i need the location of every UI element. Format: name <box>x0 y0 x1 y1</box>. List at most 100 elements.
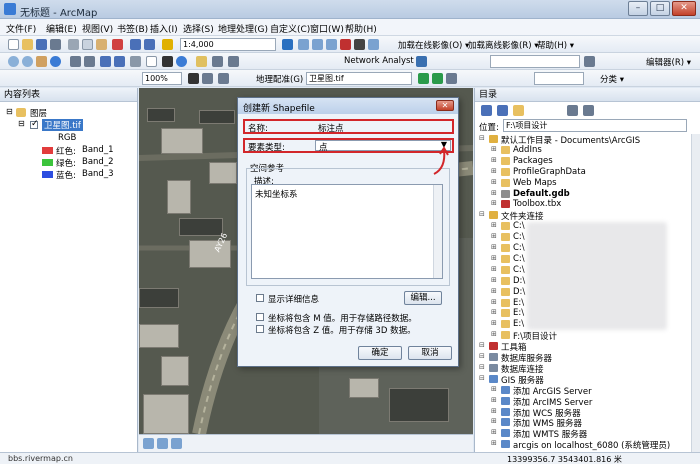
print-icon[interactable] <box>50 39 61 50</box>
catalog-home-icon[interactable] <box>497 105 508 116</box>
delete-icon[interactable] <box>112 39 123 50</box>
catalog-item[interactable]: ⊞ 添加 WCS 服务器 <box>475 407 689 419</box>
expand-icon[interactable]: ⊞ <box>491 199 497 207</box>
catalog-scrollbar[interactable] <box>691 134 700 452</box>
data-view-icon[interactable] <box>143 438 154 449</box>
catalog-item[interactable]: ⊟ 文件夹连接 <box>475 210 689 222</box>
zoom-in-icon[interactable] <box>8 56 19 67</box>
catalog-item[interactable]: ⊞ 添加 WMTS 服务器 <box>475 428 689 440</box>
catalog-item[interactable]: ⊞ Packages <box>475 156 689 166</box>
minimize-button[interactable]: – <box>628 1 648 16</box>
location-combo[interactable]: F:\项目设计 <box>503 119 687 132</box>
find-icon[interactable] <box>196 56 207 67</box>
select-elements-icon[interactable] <box>162 56 173 67</box>
clear-selection-icon[interactable] <box>146 56 157 67</box>
html-popup-icon[interactable] <box>228 56 239 67</box>
ok-button[interactable]: 确定 <box>358 346 402 360</box>
redo-icon[interactable] <box>144 39 155 50</box>
catalog-item[interactable]: ⊞ Web Maps <box>475 178 689 188</box>
copy-icon[interactable] <box>82 39 93 50</box>
back-icon[interactable] <box>100 56 111 67</box>
arctoolbox-icon[interactable] <box>340 39 351 50</box>
expand-icon[interactable]: ⊞ <box>491 265 497 273</box>
expand-icon[interactable]: ⊟ <box>479 210 485 218</box>
expand-icon[interactable]: ⊞ <box>491 298 497 306</box>
network-layer-combo[interactable] <box>490 55 580 68</box>
expand-icon[interactable]: ⊞ <box>491 439 497 447</box>
fixed-zoom-in-icon[interactable] <box>70 56 81 67</box>
search-window-icon[interactable] <box>326 39 337 50</box>
menu-insert[interactable]: 插入(I) <box>150 22 178 35</box>
catalog-item[interactable]: ⊞ 添加 ArcGIS Server <box>475 385 689 397</box>
add-control-points-icon[interactable] <box>418 73 429 84</box>
catalog-item[interactable]: ⊟ 数据库服务器 <box>475 352 689 364</box>
catalog-connect-folder-icon[interactable] <box>513 105 524 116</box>
menu-help[interactable]: 帮助(H) <box>345 22 377 35</box>
m-values-checkbox[interactable] <box>256 313 264 321</box>
catalog-item[interactable]: ⊞ AddIns <box>475 145 689 155</box>
dialog-close-button[interactable]: ✕ <box>436 100 454 111</box>
expand-icon[interactable]: ⊞ <box>491 287 497 295</box>
z-values-checkbox[interactable] <box>256 325 264 333</box>
model-builder-icon[interactable] <box>368 39 379 50</box>
collapse-icon[interactable]: ⊟ <box>6 107 13 116</box>
network-window-icon[interactable] <box>584 56 595 67</box>
expand-icon[interactable]: ⊞ <box>491 428 497 436</box>
new-icon[interactable] <box>8 39 19 50</box>
measure-icon[interactable] <box>212 56 223 67</box>
catalog-item[interactable]: ⊞ F:\项目设计 <box>475 330 689 342</box>
catalog-item[interactable]: ⊟ GIS 服务器 <box>475 374 689 386</box>
expand-icon[interactable]: ⊞ <box>491 232 497 240</box>
forward-icon[interactable] <box>114 56 125 67</box>
maximize-button[interactable]: □ <box>650 1 670 16</box>
menu-customize[interactable]: 自定义(C) <box>270 22 310 35</box>
catalog-options-icon[interactable] <box>583 105 594 116</box>
catalog-item[interactable]: ⊞ arcgis on localhost_6080 (系统管理员) <box>475 439 689 451</box>
cut-icon[interactable] <box>68 39 79 50</box>
expand-icon[interactable]: ⊞ <box>491 330 497 338</box>
classification-menu[interactable]: 分类 ▾ <box>600 73 624 85</box>
select-features-icon[interactable] <box>130 56 141 67</box>
identify-icon[interactable] <box>176 56 187 67</box>
full-extent-icon[interactable] <box>50 56 61 67</box>
expand-icon[interactable]: ⊞ <box>491 178 497 186</box>
expand-icon[interactable]: ⊞ <box>491 189 497 197</box>
network-analyst-menu[interactable]: Network Analyst ▾ <box>344 56 421 66</box>
menu-windows[interactable]: 窗口(W) <box>310 22 344 35</box>
paste-icon[interactable] <box>96 39 107 50</box>
offline-imagery-menu[interactable]: 加载离线影像(R) ▾ <box>468 39 539 51</box>
expand-icon[interactable]: ⊞ <box>491 243 497 251</box>
georeferencing-menu[interactable]: 地理配准(G) ▾ <box>256 73 310 85</box>
name-input[interactable]: 标注点 <box>318 122 344 134</box>
save-icon[interactable] <box>36 39 47 50</box>
catalog-item[interactable]: ⊞ 添加 ArcIMS Server <box>475 396 689 408</box>
editor-menu[interactable]: 编辑器(R) ▾ <box>646 56 691 68</box>
expand-icon[interactable]: ⊞ <box>491 308 497 316</box>
georef-layer-combo[interactable]: 卫星图.tif <box>306 72 412 85</box>
menu-select[interactable]: 选择(S) <box>183 22 214 35</box>
layer-visibility-checkbox[interactable]: ✓ <box>30 119 39 129</box>
catalog-item[interactable]: ⊞ 添加 WMS 服务器 <box>475 417 689 429</box>
expand-icon[interactable]: ⊟ <box>479 134 485 142</box>
catalog-item[interactable]: ⊞ ProfileGraphData <box>475 167 689 177</box>
close-button[interactable]: ✕ <box>672 1 696 16</box>
rotate-icon[interactable] <box>432 73 443 84</box>
layers-root-label[interactable]: 图层 <box>30 107 47 119</box>
table-of-contents-icon[interactable] <box>298 39 309 50</box>
menu-view[interactable]: 视图(V) <box>82 22 113 35</box>
layer-name[interactable]: 卫星图.tif <box>42 119 83 131</box>
undo-icon[interactable] <box>130 39 141 50</box>
show-details-checkbox[interactable] <box>256 294 264 302</box>
pan-icon[interactable] <box>36 56 47 67</box>
add-data-icon[interactable] <box>162 39 173 50</box>
expand-icon[interactable]: ⊞ <box>491 417 497 425</box>
link-table-icon[interactable] <box>446 73 457 84</box>
expand-icon[interactable]: ⊞ <box>491 221 497 229</box>
description-scrollbar[interactable] <box>433 185 442 278</box>
catalog-view-icon[interactable] <box>567 105 578 116</box>
zoom-percent-combo[interactable]: 100% <box>142 72 182 85</box>
catalog-item[interactable]: ⊞ Default.gdb <box>475 189 689 199</box>
catalog-item[interactable]: ⊟ 默认工作目录 - Documents\ArcGIS <box>475 134 689 146</box>
expand-icon[interactable]: ⊟ <box>479 374 485 382</box>
expand-icon[interactable]: ⊞ <box>491 145 497 153</box>
